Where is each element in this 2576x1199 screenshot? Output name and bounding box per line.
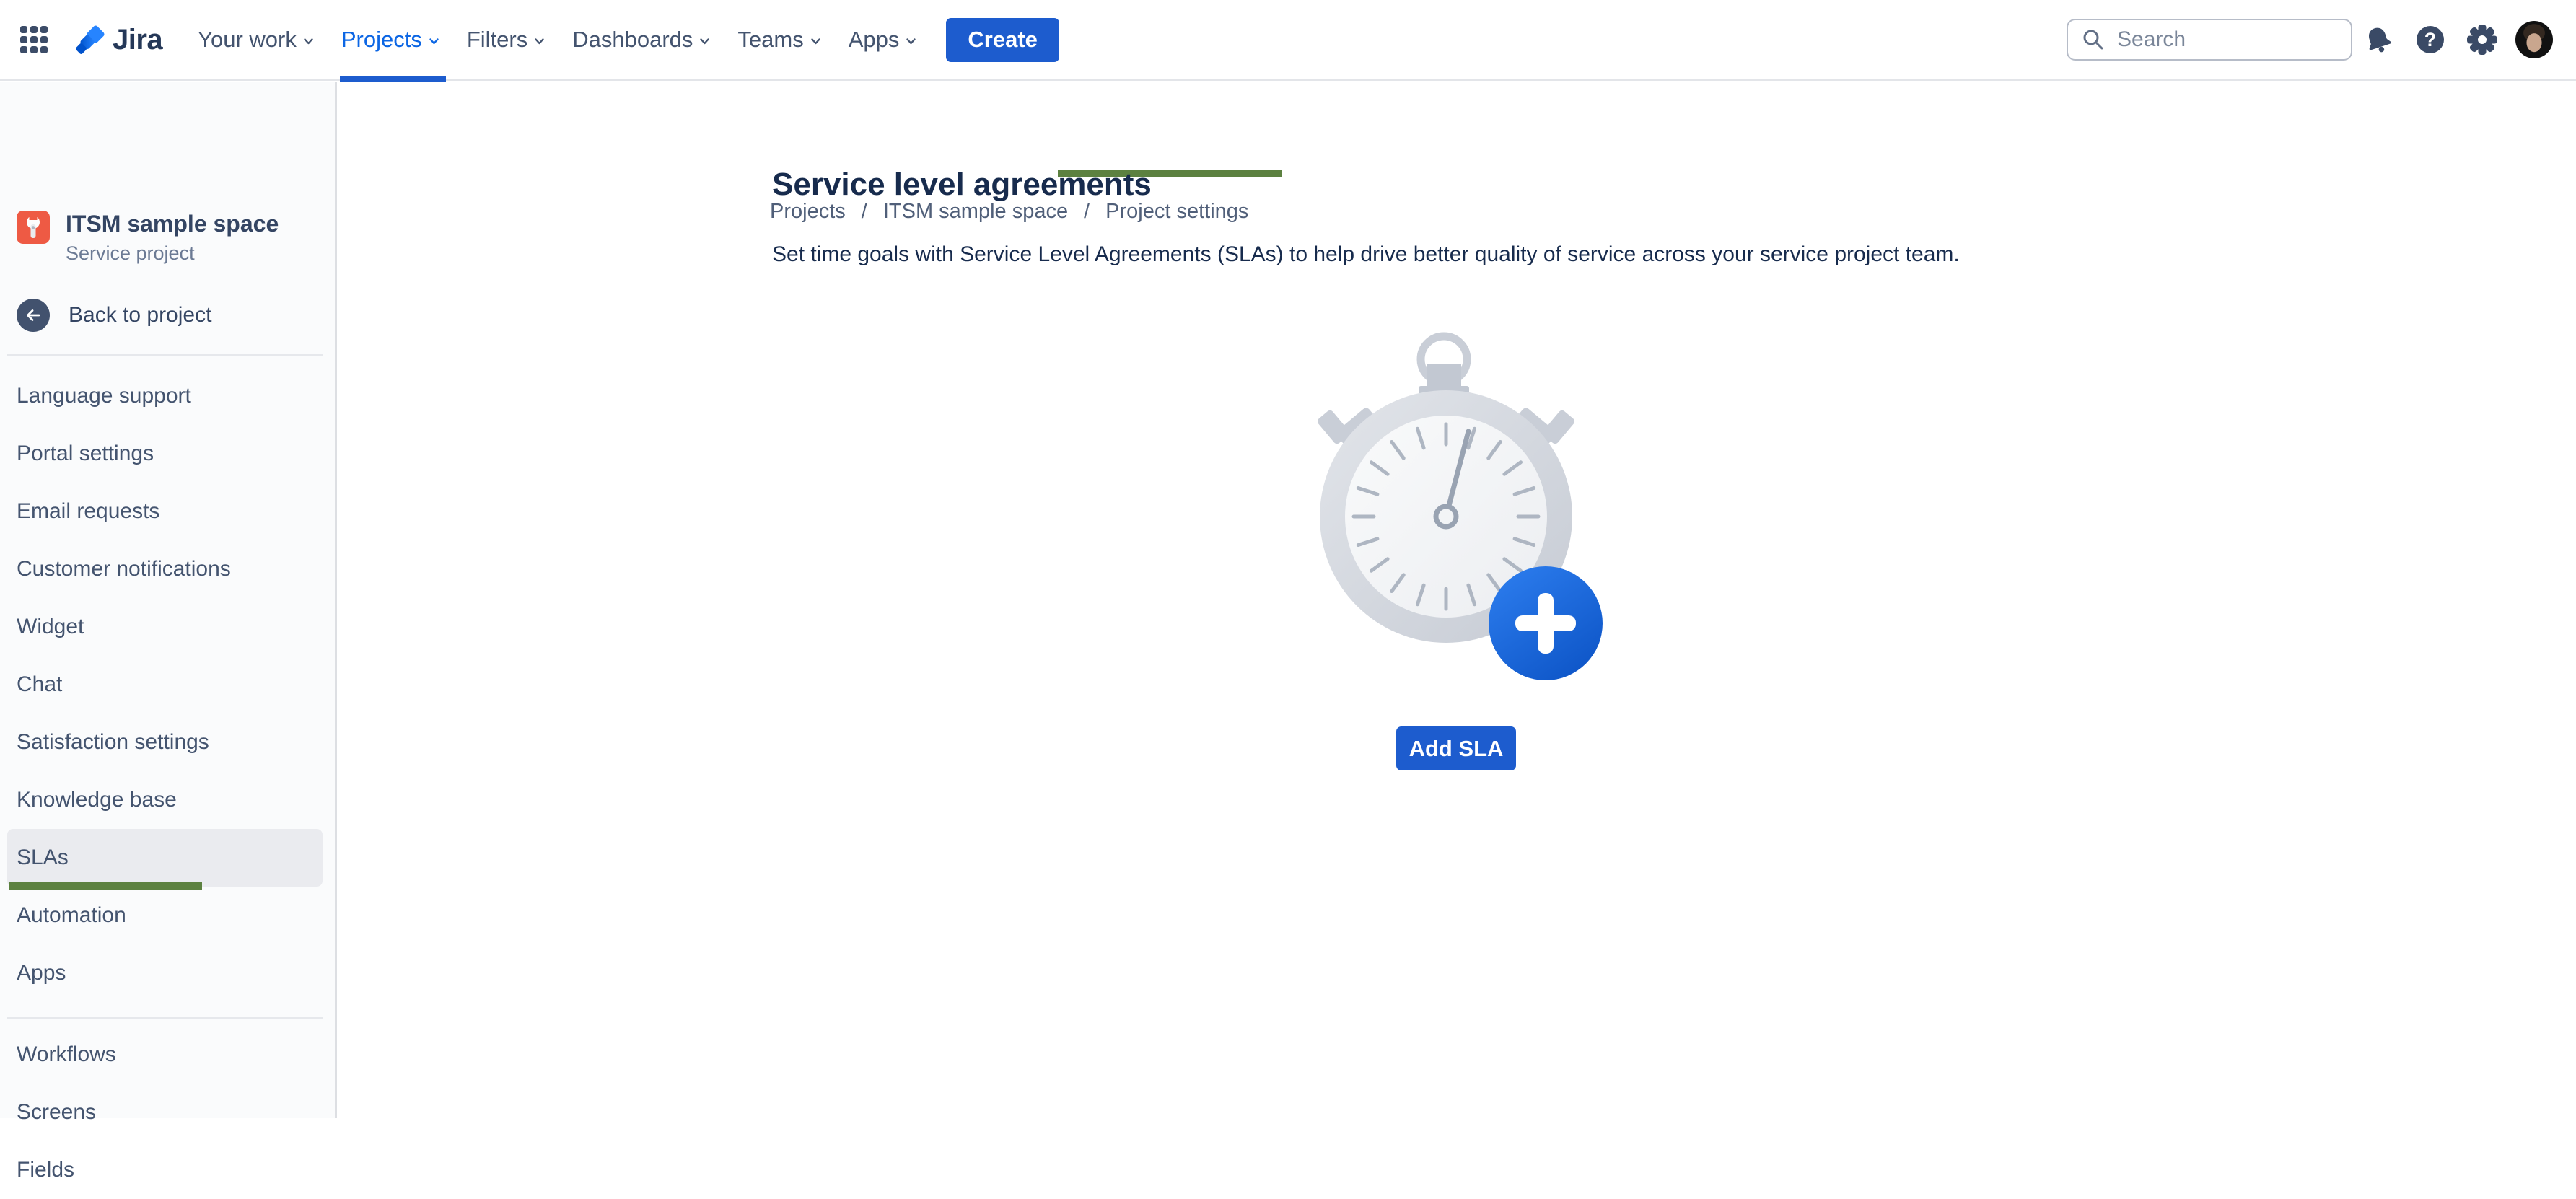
search-icon: [2081, 27, 2106, 52]
project-settings-sidebar: ITSM sample space Service project Back t…: [0, 82, 337, 1118]
svg-text:?: ?: [2424, 29, 2437, 50]
sidebar-menu-primary: Language support Portal settings Email r…: [7, 367, 323, 1002]
project-name: ITSM sample space: [66, 211, 279, 237]
primary-nav-menu: Your work Projects Filters Dashboards Te…: [184, 0, 930, 80]
chevron-down-icon: [429, 38, 439, 45]
bell-icon: [2362, 24, 2394, 56]
sidebar-menu-secondary: Workflows Screens Fields: [7, 1026, 323, 1199]
sidebar-item-screens[interactable]: Screens: [7, 1084, 323, 1141]
sidebar-item-chat[interactable]: Chat: [7, 656, 323, 713]
app-switcher-icon[interactable]: [20, 26, 48, 53]
nav-item-filters[interactable]: Filters: [453, 0, 558, 80]
add-sla-button[interactable]: Add SLA: [1396, 726, 1516, 770]
notifications-button[interactable]: [2352, 14, 2404, 66]
gear-icon: [2466, 24, 2498, 56]
search-box[interactable]: [2067, 19, 2352, 61]
sidebar-item-email-requests[interactable]: Email requests: [7, 483, 323, 540]
project-avatar-icon: [17, 211, 50, 244]
sidebar-item-slas[interactable]: SLAs: [7, 829, 323, 887]
chevron-down-icon: [303, 38, 314, 45]
main-content: Projects / ITSM sample space / Project s…: [339, 82, 2576, 1118]
sidebar-item-apps[interactable]: Apps: [7, 944, 323, 1002]
page-title: Service level agreements: [772, 164, 1152, 205]
project-type: Service project: [66, 242, 279, 265]
help-button[interactable]: ?: [2404, 14, 2456, 66]
sidebar-item-workflows[interactable]: Workflows: [7, 1026, 323, 1084]
wrench-icon: [17, 211, 50, 244]
chevron-down-icon: [534, 38, 545, 45]
sidebar-item-customer-notifications[interactable]: Customer notifications: [7, 540, 323, 598]
settings-button[interactable]: [2456, 14, 2508, 66]
jira-logo[interactable]: Jira: [75, 24, 162, 56]
sidebar-item-fields[interactable]: Fields: [7, 1141, 323, 1199]
chevron-down-icon: [699, 38, 710, 45]
sidebar-divider: [7, 1017, 323, 1019]
create-button[interactable]: Create: [946, 18, 1059, 62]
sidebar-item-portal-settings[interactable]: Portal settings: [7, 425, 323, 483]
chevron-down-icon: [906, 38, 916, 45]
jira-logo-icon: [75, 24, 107, 56]
sidebar-item-knowledge-base[interactable]: Knowledge base: [7, 771, 323, 829]
active-nav-underline: [340, 76, 446, 82]
nav-item-dashboards[interactable]: Dashboards: [558, 0, 724, 80]
sidebar-item-satisfaction-settings[interactable]: Satisfaction settings: [7, 713, 323, 771]
user-avatar[interactable]: [2515, 21, 2553, 58]
stopwatch-illustration: [1289, 325, 1621, 729]
sidebar-divider: [7, 354, 323, 356]
project-header: ITSM sample space Service project: [17, 211, 279, 265]
back-circle: [17, 299, 50, 332]
back-to-project-button[interactable]: Back to project: [17, 299, 211, 332]
help-icon: ?: [2414, 24, 2446, 56]
plus-badge-icon: [1489, 566, 1603, 680]
sidebar-item-widget[interactable]: Widget: [7, 598, 323, 656]
arrow-left-icon: [24, 306, 43, 325]
nav-item-teams[interactable]: Teams: [724, 0, 834, 80]
nav-item-your-work[interactable]: Your work: [184, 0, 328, 80]
top-navigation-bar: Jira Your work Projects Filters Dashboar…: [0, 0, 2576, 81]
back-label: Back to project: [69, 303, 211, 328]
project-meta: ITSM sample space Service project: [66, 211, 279, 265]
search-input[interactable]: [2116, 27, 2338, 53]
sidebar-item-automation[interactable]: Automation: [7, 887, 323, 944]
sidebar-item-language-support[interactable]: Language support: [7, 367, 323, 425]
page-description: Set time goals with Service Level Agreem…: [772, 240, 1999, 269]
nav-item-projects[interactable]: Projects: [328, 0, 453, 80]
jira-logo-text: Jira: [113, 24, 162, 56]
chevron-down-icon: [810, 38, 821, 45]
nav-item-apps[interactable]: Apps: [835, 0, 931, 80]
